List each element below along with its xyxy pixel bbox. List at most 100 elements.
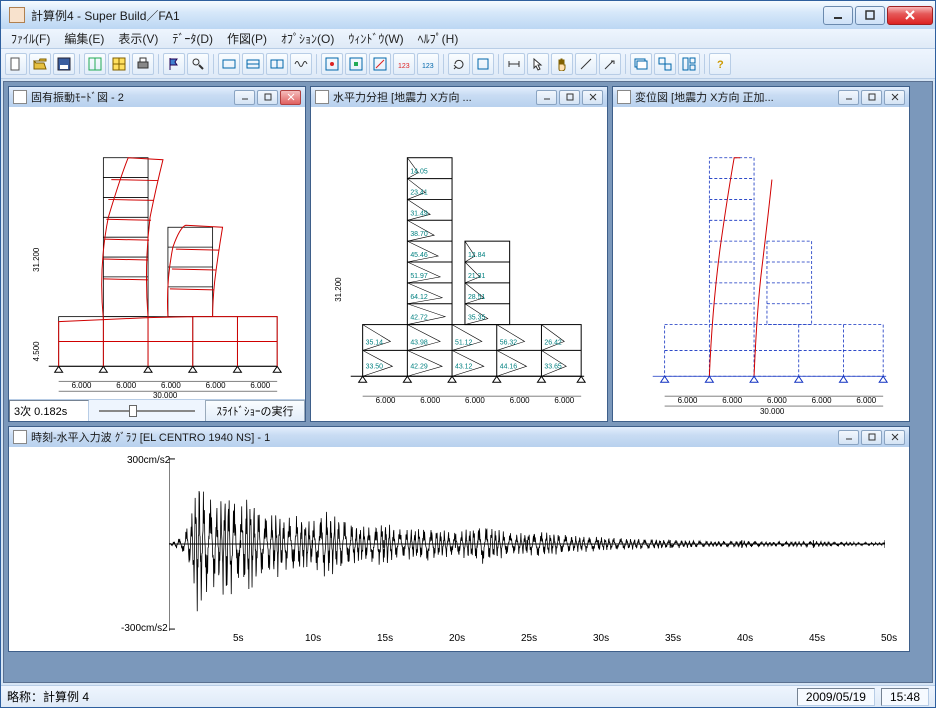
- child-icon: [617, 90, 631, 104]
- child-maximize-button[interactable]: [559, 90, 580, 105]
- titlebar[interactable]: 計算例4 - Super Build／FA1: [1, 1, 935, 29]
- svg-text:6.000: 6.000: [420, 396, 440, 405]
- svg-text:31.49: 31.49: [410, 210, 428, 217]
- window3-icon[interactable]: [678, 53, 700, 75]
- menu-view[interactable]: 表示(V): [112, 28, 164, 49]
- displacement-svg: 6.000 6.000 6.000 6.000 6.000 30.000: [613, 107, 909, 421]
- svg-text:4.500: 4.500: [32, 341, 41, 361]
- svg-text:6.000: 6.000: [678, 396, 698, 405]
- svg-text:6.000: 6.000: [465, 396, 485, 405]
- child-minimize-button[interactable]: [536, 90, 557, 105]
- separator-icon: [443, 54, 444, 74]
- svg-text:51.97: 51.97: [410, 273, 428, 280]
- child-titlebar[interactable]: 固有振動ﾓｰﾄﾞ図 - 2: [9, 87, 305, 107]
- plot1-icon[interactable]: [321, 53, 343, 75]
- frame-blue-icon[interactable]: [472, 53, 494, 75]
- open-icon[interactable]: [29, 53, 51, 75]
- window1-icon[interactable]: [630, 53, 652, 75]
- slideshow-button[interactable]: ｽﾗｲﾄﾞｼｮｰの実行: [205, 400, 305, 422]
- child-close-button[interactable]: [582, 90, 603, 105]
- num1-icon[interactable]: 123: [393, 53, 415, 75]
- svg-text:33.65: 33.65: [544, 363, 562, 370]
- svg-text:123: 123: [398, 63, 410, 70]
- menubar: ﾌｧｲﾙ(F) 編集(E) 表示(V) ﾃﾞｰﾀ(D) 作図(P) ｵﾌﾟｼｮﾝ…: [1, 29, 935, 49]
- menu-help[interactable]: ﾍﾙﾌﾟ(H): [412, 28, 465, 49]
- search-icon[interactable]: [187, 53, 209, 75]
- svg-text:26.42: 26.42: [544, 339, 562, 346]
- window-layout-icon[interactable]: [84, 53, 106, 75]
- pointer-icon[interactable]: [527, 53, 549, 75]
- child-title-text: 水平力分担 [地震力 X方向 ...: [333, 89, 536, 105]
- hand-icon[interactable]: [551, 53, 573, 75]
- child-close-button[interactable]: [884, 90, 905, 105]
- statusbar: 略称：計算例 4 2009/05/19 15:48: [1, 685, 935, 707]
- child-icon: [13, 430, 27, 444]
- svg-text:23.41: 23.41: [410, 189, 428, 196]
- child-titlebar[interactable]: 水平力分担 [地震力 X方向 ...: [311, 87, 607, 107]
- line-icon[interactable]: [575, 53, 597, 75]
- child-titlebar[interactable]: 時刻‐水平入力波 ｸﾞﾗﾌ [EL CENTRO 1940 NS] - 1: [9, 427, 909, 447]
- child-waveform: 時刻‐水平入力波 ｸﾞﾗﾌ [EL CENTRO 1940 NS] - 1 30…: [8, 426, 910, 652]
- mdi-client: 固有振動ﾓｰﾄﾞ図 - 2: [3, 81, 933, 683]
- child-close-button[interactable]: [280, 90, 301, 105]
- menu-option[interactable]: ｵﾌﾟｼｮﾝ(O): [275, 28, 340, 49]
- displacement-canvas: 6.000 6.000 6.000 6.000 6.000 30.000: [613, 107, 909, 421]
- mode-shape-svg: 6.000 6.000 6.000 6.000 6.000 30.000 4.5…: [9, 107, 305, 421]
- separator-icon: [158, 54, 159, 74]
- svg-text:6.000: 6.000: [856, 396, 876, 405]
- plot2-icon[interactable]: [345, 53, 367, 75]
- dim-h-icon[interactable]: [503, 53, 525, 75]
- svg-text:44.16: 44.16: [500, 363, 518, 370]
- child-mode-shape: 固有振動ﾓｰﾄﾞ図 - 2: [8, 86, 306, 422]
- frame-view2-icon[interactable]: [242, 53, 264, 75]
- child-close-button[interactable]: [884, 430, 905, 445]
- separator-icon: [316, 54, 317, 74]
- wave-svg: [169, 457, 885, 631]
- save-icon[interactable]: [53, 53, 75, 75]
- frame-view-icon[interactable]: [218, 53, 240, 75]
- separator-icon: [498, 54, 499, 74]
- help-icon[interactable]: ?: [709, 53, 731, 75]
- toolbar: 123 123 ?: [1, 49, 935, 79]
- menu-file[interactable]: ﾌｧｲﾙ(F): [5, 28, 56, 49]
- child-titlebar[interactable]: 変位図 [地震力 X方向 正加...: [613, 87, 909, 107]
- status-left: 略称：計算例 4: [7, 688, 89, 705]
- child-minimize-button[interactable]: [234, 90, 255, 105]
- menu-edit[interactable]: 編集(E): [58, 28, 110, 49]
- menu-window[interactable]: ｳｨﾝﾄﾞｳ(W): [342, 28, 409, 49]
- window-controls: [823, 6, 933, 25]
- new-icon[interactable]: [5, 53, 27, 75]
- rotate-icon[interactable]: [448, 53, 470, 75]
- grid-icon[interactable]: [108, 53, 130, 75]
- child-maximize-button[interactable]: [861, 430, 882, 445]
- close-button[interactable]: [887, 6, 933, 25]
- plot3-icon[interactable]: [369, 53, 391, 75]
- child-title-text: 固有振動ﾓｰﾄﾞ図 - 2: [31, 89, 234, 105]
- wave-icon[interactable]: [290, 53, 312, 75]
- svg-text:6.000: 6.000: [161, 381, 181, 390]
- child-minimize-button[interactable]: [838, 90, 859, 105]
- svg-text:31.200: 31.200: [32, 247, 41, 272]
- flag-icon[interactable]: [163, 53, 185, 75]
- menu-data[interactable]: ﾃﾞｰﾀ(D): [166, 28, 219, 49]
- child-maximize-button[interactable]: [257, 90, 278, 105]
- maximize-button[interactable]: [855, 6, 885, 25]
- menu-plot[interactable]: 作図(P): [221, 28, 273, 49]
- mode-slider[interactable]: [89, 401, 205, 421]
- window2-icon[interactable]: [654, 53, 676, 75]
- svg-text:31.200: 31.200: [334, 277, 343, 302]
- svg-text:43.12: 43.12: [455, 363, 473, 370]
- child-maximize-button[interactable]: [861, 90, 882, 105]
- svg-text:30.000: 30.000: [760, 407, 785, 416]
- child-minimize-button[interactable]: [838, 430, 859, 445]
- frame-view3-icon[interactable]: [266, 53, 288, 75]
- svg-text:6.000: 6.000: [767, 396, 787, 405]
- num2-icon[interactable]: 123: [417, 53, 439, 75]
- arrow-icon[interactable]: [599, 53, 621, 75]
- minimize-button[interactable]: [823, 6, 853, 25]
- svg-text:6.000: 6.000: [72, 381, 92, 390]
- wave-y-bot: -300cm/s2: [121, 623, 168, 634]
- print-icon[interactable]: [132, 53, 154, 75]
- status-time: 15:48: [881, 688, 929, 706]
- slider-thumb[interactable]: [129, 405, 137, 417]
